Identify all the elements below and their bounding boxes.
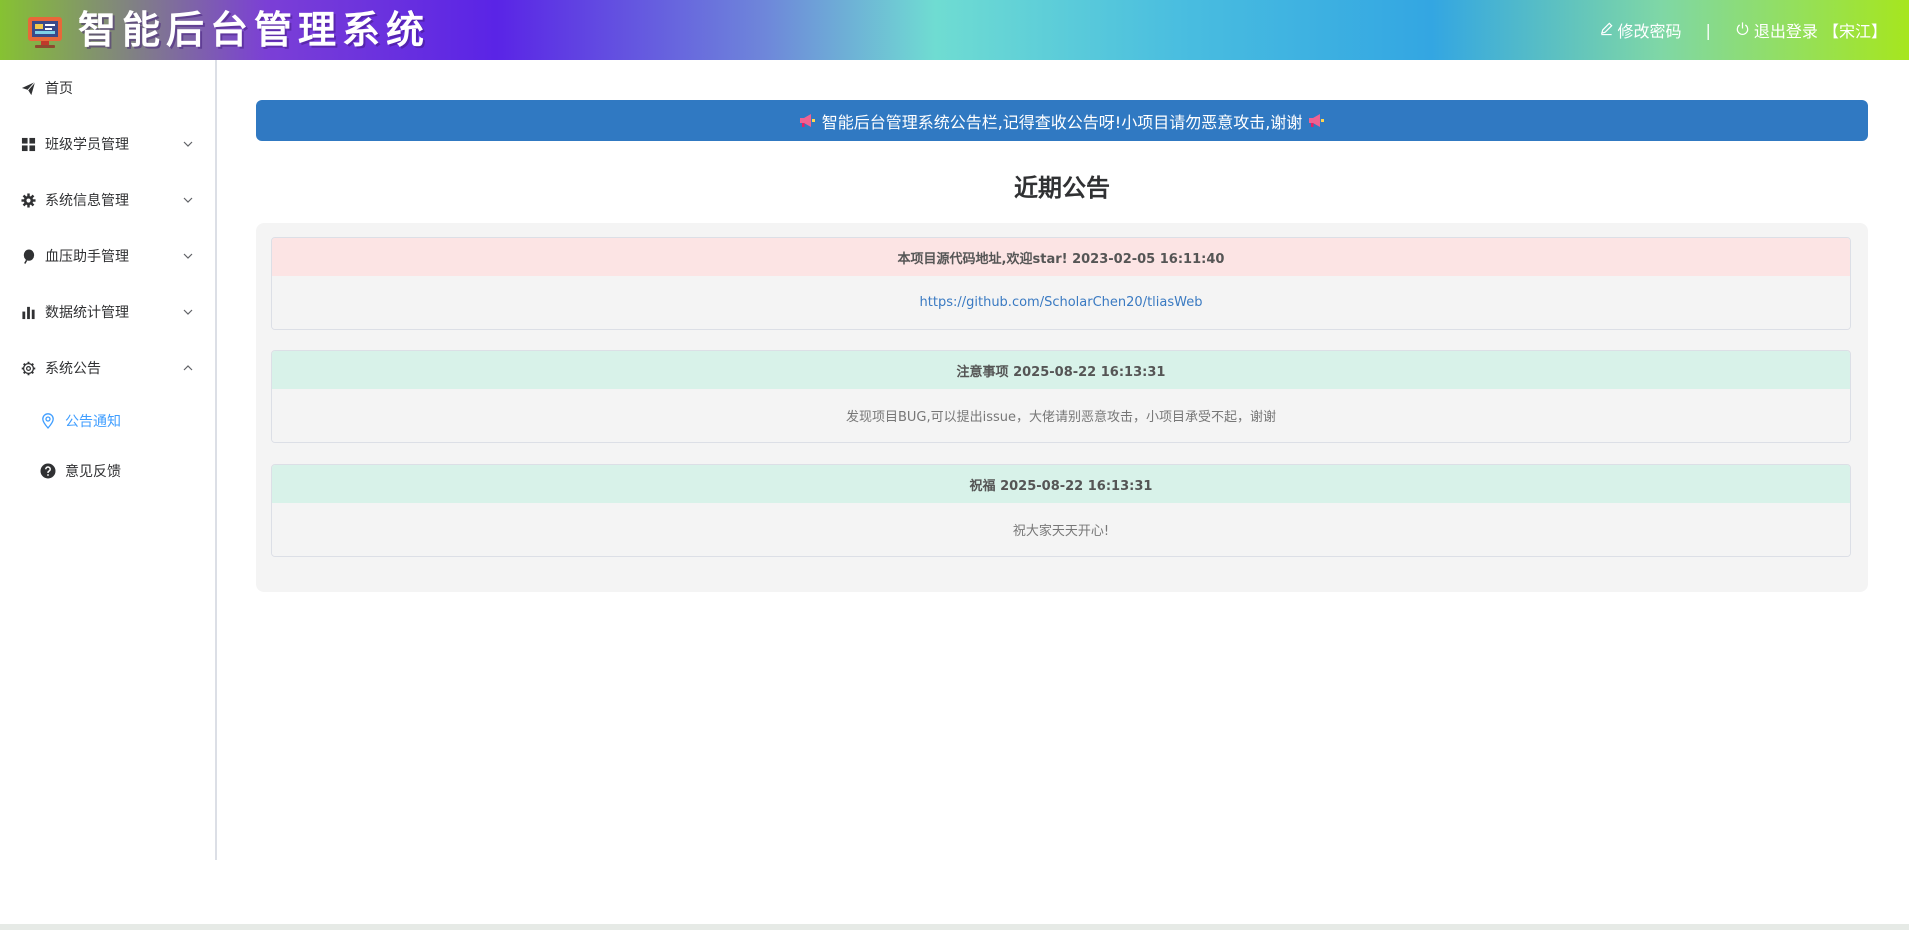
sidebar-menu: 首页 班级学员管理 系统信息管理 血压助手管理 数据统计管理 系统公告 公告通知… [0, 60, 217, 860]
sidebar-subitem-label: 意见反馈 [65, 464, 121, 480]
change-password-label: 修改密码 [1617, 22, 1682, 41]
notice-title: 本项目源代码地址,欢迎star! 2023-02-05 16:11:40 [272, 238, 1850, 276]
paper-plane-icon [20, 80, 36, 96]
megaphone-icon [799, 114, 815, 127]
edit-icon [1599, 21, 1614, 40]
notice-content: 祝大家天天开心! [272, 503, 1850, 556]
notice-list: 本项目源代码地址,欢迎star! 2023-02-05 16:11:40 htt… [256, 223, 1868, 592]
notice-card: 本项目源代码地址,欢迎star! 2023-02-05 16:11:40 htt… [271, 237, 1851, 330]
sidebar-subitem-feedback[interactable]: 意见反馈 [0, 446, 215, 496]
bar-chart-icon [20, 304, 36, 320]
source-code-link[interactable]: https://github.com/ScholarChen20/tliasWe… [920, 295, 1203, 310]
change-password-link[interactable]: 修改密码 [1599, 18, 1682, 42]
sidebar-subitem-notices[interactable]: 公告通知 [0, 396, 215, 446]
top-header: 智能后台管理系统 修改密码 | 退出登录 【宋江】 [0, 0, 1909, 60]
settings-outline-icon [20, 360, 36, 376]
sidebar-item-blood-pressure[interactable]: 血压助手管理 [0, 228, 215, 284]
power-icon [1735, 21, 1750, 40]
chevron-up-icon [183, 365, 193, 371]
sidebar-item-class-students[interactable]: 班级学员管理 [0, 116, 215, 172]
logout-link[interactable]: 退出登录 【宋江】 [1735, 18, 1887, 42]
sidebar-item-home[interactable]: 首页 [0, 60, 215, 116]
sidebar-item-label: 系统信息管理 [45, 193, 129, 209]
sidebar-item-label: 班级学员管理 [45, 137, 129, 153]
chevron-down-icon [183, 253, 193, 259]
location-icon [40, 413, 56, 429]
chevron-down-icon [183, 309, 193, 315]
banner-text: 智能后台管理系统公告栏,记得查收公告呀!小项目请勿恶意攻击,谢谢 [821, 112, 1303, 132]
chevron-down-icon [183, 141, 193, 147]
sidebar-item-label: 数据统计管理 [45, 305, 129, 321]
logout-label: 退出登录 【宋江】 [1753, 22, 1887, 41]
grid-icon [20, 136, 36, 152]
megaphone-icon [1309, 114, 1325, 127]
question-circle-icon [40, 463, 56, 479]
sidebar-item-label: 首页 [45, 81, 73, 97]
sidebar-item-data-stats[interactable]: 数据统计管理 [0, 284, 215, 340]
notice-title: 注意事项 2025-08-22 16:13:31 [272, 351, 1850, 389]
notice-card: 注意事项 2025-08-22 16:13:31 发现项目BUG,可以提出iss… [271, 350, 1851, 443]
notice-card: 祝福 2025-08-22 16:13:31 祝大家天天开心! [271, 464, 1851, 557]
header-separator: | [1705, 20, 1711, 40]
sidebar-item-system-notice[interactable]: 系统公告 [0, 340, 215, 396]
sidebar-item-system-info[interactable]: 系统信息管理 [0, 172, 215, 228]
app-title: 智能后台管理系统 [78, 7, 431, 52]
gear-icon [20, 192, 36, 208]
sidebar-item-label: 血压助手管理 [45, 249, 129, 265]
notice-content: 发现项目BUG,可以提出issue，大佬请别恶意攻击，小项目承受不起，谢谢 [272, 389, 1850, 442]
chevron-down-icon [183, 197, 193, 203]
notice-title: 祝福 2025-08-22 16:13:31 [272, 465, 1850, 503]
notice-content: https://github.com/ScholarChen20/tliasWe… [272, 276, 1850, 329]
balloon-icon [20, 248, 36, 264]
sidebar-subitem-label: 公告通知 [65, 414, 121, 430]
bottom-scrollbar-track [0, 924, 1909, 930]
computer-logo-icon [26, 13, 64, 51]
sidebar-item-label: 系统公告 [45, 361, 101, 377]
section-title: 近期公告 [1014, 174, 1110, 202]
announcement-banner: 智能后台管理系统公告栏,记得查收公告呀!小项目请勿恶意攻击,谢谢 [256, 100, 1868, 141]
header-actions: 修改密码 | 退出登录 【宋江】 [1599, 0, 1887, 60]
